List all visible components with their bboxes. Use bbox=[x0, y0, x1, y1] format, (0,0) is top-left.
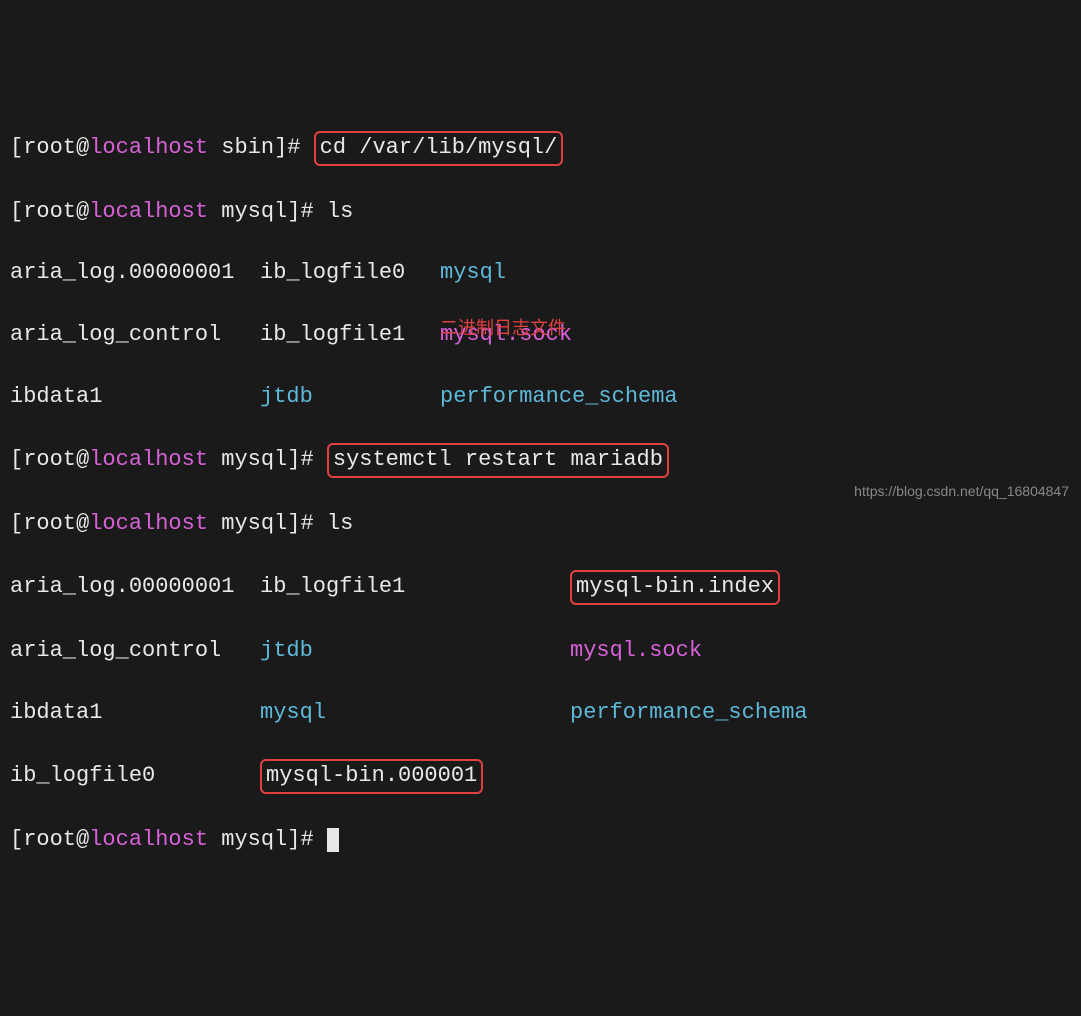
file: ib_logfile0 bbox=[260, 258, 440, 289]
ls2-row4: ib_logfile0mysql-bin.000001 bbox=[10, 759, 1071, 794]
socket: mysql.sock bbox=[570, 638, 702, 663]
file-binlog: mysql-bin.000001 bbox=[260, 759, 483, 794]
user: root bbox=[23, 135, 76, 160]
annotation-text: 二进制日志文件 bbox=[440, 318, 566, 343]
prompt-line-ls2: [root@localhost mysql]# ls bbox=[10, 509, 1071, 540]
prompt-line-restart: [root@localhost mysql]# systemctl restar… bbox=[10, 443, 1071, 478]
at: @ bbox=[76, 135, 89, 160]
file: ib_logfile1 bbox=[260, 320, 440, 351]
ls1-row3: ibdata1jtdbperformance_schema bbox=[10, 382, 1071, 413]
command-restart[interactable]: systemctl restart mariadb bbox=[327, 443, 669, 478]
file: ibdata1 bbox=[10, 698, 260, 729]
cwd: sbin bbox=[221, 135, 274, 160]
file: aria_log_control bbox=[10, 636, 260, 667]
dir: mysql bbox=[260, 698, 570, 729]
file-binlog-index: mysql-bin.index bbox=[570, 570, 780, 605]
watermark: https://blog.csdn.net/qq_16804847 bbox=[854, 482, 1069, 502]
file: ibdata1 bbox=[10, 382, 260, 413]
dir: jtdb bbox=[260, 636, 570, 667]
file: aria_log.00000001 bbox=[10, 258, 260, 289]
prompt-line-idle: [root@localhost mysql]# bbox=[10, 825, 1071, 856]
cursor-block[interactable] bbox=[327, 828, 339, 852]
file: aria_log.00000001 bbox=[10, 572, 260, 603]
dir: mysql bbox=[440, 260, 506, 285]
file: ib_logfile1 bbox=[260, 572, 570, 603]
host: localhost bbox=[89, 135, 208, 160]
bracket-open: [ bbox=[10, 135, 23, 160]
dir: performance_schema bbox=[570, 700, 808, 725]
file: ib_logfile0 bbox=[10, 761, 260, 792]
dir: performance_schema bbox=[440, 384, 678, 409]
ls1-row1: aria_log.00000001ib_logfile0mysql bbox=[10, 258, 1071, 289]
command-ls[interactable]: ls bbox=[327, 511, 353, 536]
file: aria_log_control bbox=[10, 320, 260, 351]
command-ls[interactable]: ls bbox=[327, 199, 353, 224]
dir: jtdb bbox=[260, 382, 440, 413]
ls2-row3: ibdata1mysqlperformance_schema bbox=[10, 698, 1071, 729]
prompt-line-cd: [root@localhost sbin]# cd /var/lib/mysql… bbox=[10, 131, 1071, 166]
prompt-line-ls1: [root@localhost mysql]# ls bbox=[10, 197, 1071, 228]
command-cd[interactable]: cd /var/lib/mysql/ bbox=[314, 131, 564, 166]
bracket-close: ]# bbox=[274, 135, 300, 160]
ls2-row2: aria_log_controljtdbmysql.sock bbox=[10, 636, 1071, 667]
ls2-row1: aria_log.00000001ib_logfile1mysql-bin.in… bbox=[10, 570, 1071, 605]
